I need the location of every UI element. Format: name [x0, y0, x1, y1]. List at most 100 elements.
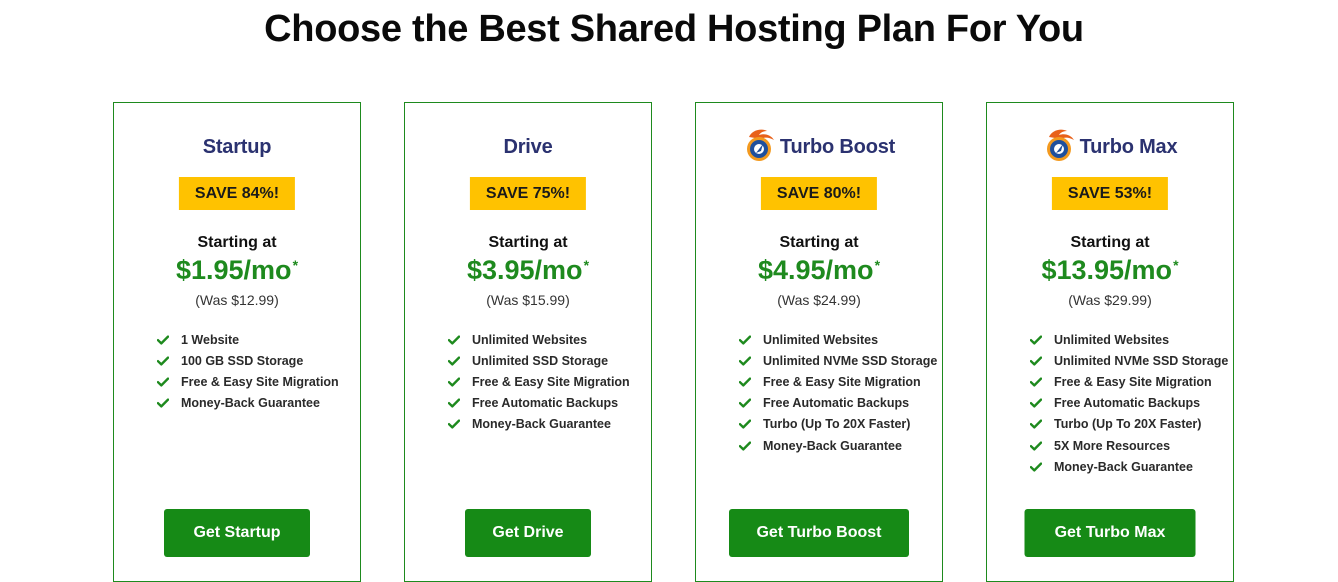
- was-price: (Was $12.99): [195, 292, 279, 308]
- get-startup-button[interactable]: Get Startup: [164, 509, 310, 557]
- plan-header: Turbo Max: [987, 127, 1233, 167]
- feature-label: Money-Back Guarantee: [472, 417, 611, 432]
- turbo-rocket-icon: [1046, 129, 1074, 161]
- feature-list: Unlimited Websites Unlimited NVMe SSD Sto…: [739, 329, 942, 456]
- price-footnote-mark: *: [292, 257, 299, 273]
- check-icon: [1030, 377, 1042, 387]
- feature-item: 1 Website: [157, 329, 360, 350]
- feature-item: Unlimited Websites: [1030, 329, 1233, 350]
- feature-label: 5X More Resources: [1054, 438, 1171, 453]
- feature-label: 1 Website: [181, 332, 240, 347]
- get-turbo-max-button[interactable]: Get Turbo Max: [1024, 509, 1196, 557]
- plan-card-drive: Drive SAVE 75%! Starting at $3.95/mo* (Was $…: [404, 102, 652, 582]
- check-icon: [1030, 398, 1042, 408]
- check-icon: [157, 398, 169, 408]
- save-badge: SAVE 75%!: [469, 177, 587, 210]
- price-value: $13.95/mo: [1041, 255, 1173, 285]
- feature-item: Free & Easy Site Migration: [1030, 371, 1233, 392]
- price-value: $3.95/mo: [466, 255, 583, 285]
- feature-item: Money-Back Guarantee: [157, 393, 360, 414]
- plan-card-turbo-boost: Turbo Boost SAVE 80%! Starting at $4.95/mo*…: [695, 102, 943, 582]
- feature-label: Free & Easy Site Migration: [1054, 374, 1212, 389]
- feature-item: 100 GB SSD Storage: [157, 350, 360, 371]
- check-icon: [1030, 440, 1042, 451]
- plan-name: Turbo Max: [1079, 135, 1178, 158]
- check-icon: [1030, 334, 1042, 345]
- check-icon: [739, 398, 751, 408]
- was-price: (Was $24.99): [777, 292, 861, 308]
- price-value: $1.95/mo: [175, 255, 292, 285]
- feature-label: Money-Back Guarantee: [1054, 459, 1193, 474]
- check-icon: [448, 356, 460, 366]
- feature-item: Free Automatic Backups: [1030, 393, 1233, 414]
- feature-item: Money-Back Guarantee: [739, 435, 942, 456]
- feature-item: Unlimited Websites: [448, 329, 651, 350]
- check-icon: [1030, 462, 1042, 472]
- check-icon: [157, 334, 169, 345]
- price: $4.95/mo*: [696, 255, 942, 286]
- get-turbo-boost-button[interactable]: Get Turbo Boost: [729, 509, 909, 557]
- feature-label: Unlimited Websites: [763, 332, 879, 347]
- feature-item: Free Automatic Backups: [448, 393, 651, 414]
- plan-header: Turbo Boost: [696, 127, 942, 167]
- price: $13.95/mo*: [987, 255, 1233, 286]
- check-icon: [157, 377, 169, 387]
- check-icon: [1030, 356, 1042, 366]
- feature-item: Turbo (Up To 20X Faster): [739, 414, 942, 435]
- check-icon: [448, 419, 460, 429]
- feature-label: Free & Easy Site Migration: [472, 374, 630, 389]
- check-icon: [448, 377, 460, 387]
- plan-header: Startup: [114, 127, 360, 167]
- feature-label: Unlimited SSD Storage: [472, 353, 609, 368]
- was-price: (Was $29.99): [1068, 292, 1152, 308]
- turbo-rocket-icon: [746, 129, 774, 161]
- get-drive-button[interactable]: Get Drive: [465, 509, 591, 557]
- check-icon: [739, 356, 751, 366]
- feature-label: Free Automatic Backups: [472, 396, 619, 411]
- feature-item: Unlimited NVMe SSD Storage: [739, 350, 942, 371]
- check-icon: [448, 334, 460, 345]
- was-price: (Was $15.99): [486, 292, 570, 308]
- price: $1.95/mo*: [114, 255, 360, 286]
- starting-at-label: Starting at: [197, 234, 277, 251]
- feature-label: Free Automatic Backups: [763, 396, 910, 411]
- feature-item: Free & Easy Site Migration: [739, 371, 942, 392]
- plan-name: Turbo Boost: [779, 135, 896, 158]
- check-icon: [739, 334, 751, 345]
- feature-item: Free Automatic Backups: [739, 393, 942, 414]
- feature-label: 100 GB SSD Storage: [181, 353, 304, 368]
- feature-label: Money-Back Guarantee: [181, 396, 320, 411]
- feature-label: Turbo (Up To 20X Faster): [1054, 417, 1202, 432]
- feature-label: Free & Easy Site Migration: [181, 374, 339, 389]
- check-icon: [739, 440, 751, 451]
- price-footnote-mark: *: [1173, 257, 1179, 273]
- save-badge: SAVE 53%!: [1051, 177, 1169, 210]
- plan-header: Drive: [405, 127, 651, 167]
- starting-at-label: Starting at: [1070, 234, 1150, 251]
- plan-card-startup: Startup SAVE 84%! Starting at $1.95/mo* (Was…: [113, 102, 361, 582]
- save-badge: SAVE 80%!: [760, 177, 878, 210]
- check-icon: [448, 398, 460, 408]
- price-footnote-mark: *: [583, 257, 590, 273]
- feature-item: 5X More Resources: [1030, 435, 1233, 456]
- feature-label: Free & Easy Site Migration: [763, 374, 921, 389]
- starting-at-label: Starting at: [779, 234, 859, 251]
- plan-card-turbo-max: Turbo Max SAVE 53%! Starting at $13.95/mo* (…: [986, 102, 1234, 582]
- feature-label: Turbo (Up To 20X Faster): [763, 417, 911, 432]
- starting-at-label: Starting at: [488, 234, 568, 251]
- feature-label: Free Automatic Backups: [1054, 396, 1201, 411]
- price-value: $4.95/mo: [757, 255, 874, 285]
- check-icon: [157, 356, 169, 366]
- check-icon: [739, 377, 751, 387]
- feature-label: Unlimited Websites: [472, 332, 588, 347]
- feature-label: Unlimited Websites: [1054, 332, 1170, 347]
- save-badge: SAVE 84%!: [178, 177, 296, 210]
- feature-item: Turbo (Up To 20X Faster): [1030, 414, 1233, 435]
- feature-label: Money-Back Guarantee: [763, 438, 902, 453]
- price-footnote-mark: *: [874, 257, 881, 273]
- feature-item: Money-Back Guarantee: [1030, 456, 1233, 477]
- feature-label: Unlimited NVMe SSD Storage: [1054, 353, 1229, 368]
- feature-item: Free & Easy Site Migration: [157, 371, 360, 392]
- feature-item: Unlimited SSD Storage: [448, 350, 651, 371]
- check-icon: [1030, 419, 1042, 429]
